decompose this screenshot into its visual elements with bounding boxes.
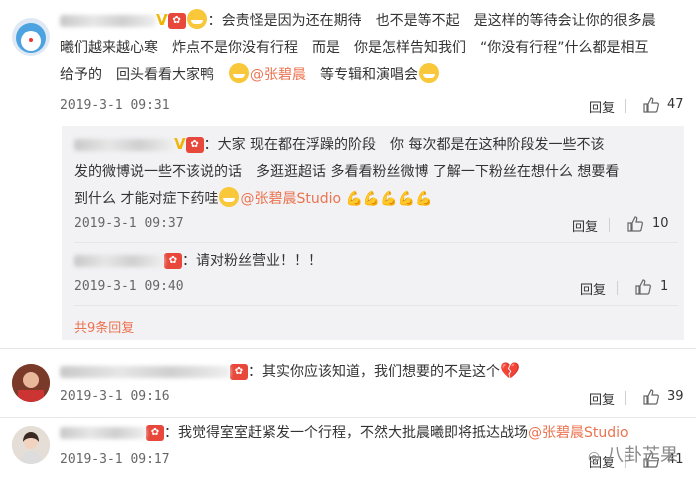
avatar[interactable] <box>12 18 50 56</box>
broken-heart-icon: 💔 <box>500 361 520 380</box>
level-badge-icon: ✿ <box>146 425 164 441</box>
emoji-icon <box>229 63 249 83</box>
timestamp: 2019-3-1 09:31 <box>60 98 170 113</box>
expand-replies-link[interactable]: 共9条回复 <box>74 317 134 336</box>
thumbs-up-icon[interactable] <box>643 97 659 113</box>
emoji-icon <box>186 9 207 29</box>
comment-text: V ✿ ：会责怪是因为还在期待 也不是等不起 是这样的等待会让你的很多晨 曦们越来越… <box>60 7 680 89</box>
username[interactable] <box>74 139 174 151</box>
comment-line: 给予的 回头看看大家鸭 <box>60 67 228 83</box>
wechat-icon: ◎ <box>588 449 601 465</box>
username[interactable] <box>60 15 156 27</box>
timestamp: 2019-3-1 09:17 <box>60 452 170 467</box>
like-count: 1 <box>660 279 669 294</box>
mention-link[interactable]: @张碧晨Studio <box>240 191 341 207</box>
comment-line: ：大家 现在都在浮躁的阶段 你 每次都是在这种阶段发一些不该 <box>203 137 605 153</box>
watermark-text: 八卦芒果 <box>605 445 678 466</box>
like-count: 10 <box>652 216 669 231</box>
muscle-emoji-icon: 💪💪💪💪💪 <box>345 191 433 207</box>
thumbs-up-icon[interactable] <box>635 279 651 295</box>
comment-line: ：会责怪是因为还在期待 也不是等不起 是这样的等待会让你的很多晨 <box>207 13 656 29</box>
comment-line: ：请对粉丝营业！！！ <box>182 253 322 269</box>
emoji-icon <box>419 63 439 83</box>
comment-line: 等专辑和演唱会 <box>320 67 418 83</box>
thumbs-up-icon[interactable] <box>627 216 643 232</box>
reply-button[interactable]: 回复 <box>589 389 615 408</box>
verified-icon: V <box>174 135 186 153</box>
comment-text: ✿ ：请对粉丝营业！！！ <box>74 248 676 275</box>
reply-button[interactable]: 回复 <box>572 216 598 235</box>
divider <box>617 281 618 295</box>
verified-icon: V <box>156 11 168 29</box>
emoji-icon <box>219 187 240 207</box>
watermark: ◎ 八卦芒果 <box>588 441 678 467</box>
divider <box>625 99 626 113</box>
comment-text: V ✿ ：大家 现在都在浮躁的阶段 你 每次都是在这种阶段发一些不该 发的微博说一些… <box>74 131 676 213</box>
comment-line: 曦们越来越心寒 炸点不是你没有行程 而是 你是怎样告知我们 “你没有行程”什么都… <box>60 40 649 56</box>
mention-link[interactable]: @张碧晨Studio <box>528 425 629 441</box>
timestamp: 2019-3-1 09:16 <box>60 389 170 404</box>
like-count: 47 <box>667 97 684 112</box>
avatar[interactable] <box>12 426 50 464</box>
mention-link[interactable]: @张碧晨 <box>250 67 306 83</box>
divider <box>0 417 696 418</box>
like-count: 39 <box>667 389 684 404</box>
divider <box>74 242 678 243</box>
username[interactable] <box>74 255 164 267</box>
comment-item: V ✿ ：会责怪是因为还在期待 也不是等不起 是这样的等待会让你的很多晨 曦们越来越… <box>0 0 696 124</box>
comment-line: 发的微博说一些不该说的话 多逛逛超话 多看看粉丝微博 了解一下粉丝在想什么 想要… <box>74 164 620 180</box>
username[interactable] <box>60 427 146 439</box>
divider <box>0 348 696 349</box>
divider <box>74 305 678 306</box>
comment-line: ：我觉得室室赶紧发一个行程，不然大批晨曦即将抵达战场 <box>164 425 528 441</box>
reply-button[interactable]: 回复 <box>580 279 606 298</box>
comment-line: 到什么 才能对症下药哇 <box>74 191 219 207</box>
reply-button[interactable]: 回复 <box>589 97 615 116</box>
avatar[interactable] <box>12 364 50 402</box>
timestamp: 2019-3-1 09:40 <box>74 279 184 294</box>
level-badge-icon: ✿ <box>167 13 186 29</box>
divider <box>625 391 626 405</box>
timestamp: 2019-3-1 09:37 <box>74 216 184 231</box>
level-badge-icon: ✿ <box>230 364 248 380</box>
thumbs-up-icon[interactable] <box>643 389 659 405</box>
username[interactable] <box>60 366 230 378</box>
level-badge-icon: ✿ <box>164 253 182 269</box>
comment-text: ✿ ：其实你应该知道，我们想要的不是这个💔 <box>60 357 680 386</box>
divider <box>609 218 610 232</box>
comment-line: ：其实你应该知道，我们想要的不是这个 <box>248 364 500 380</box>
level-badge-icon: ✿ <box>185 137 204 153</box>
